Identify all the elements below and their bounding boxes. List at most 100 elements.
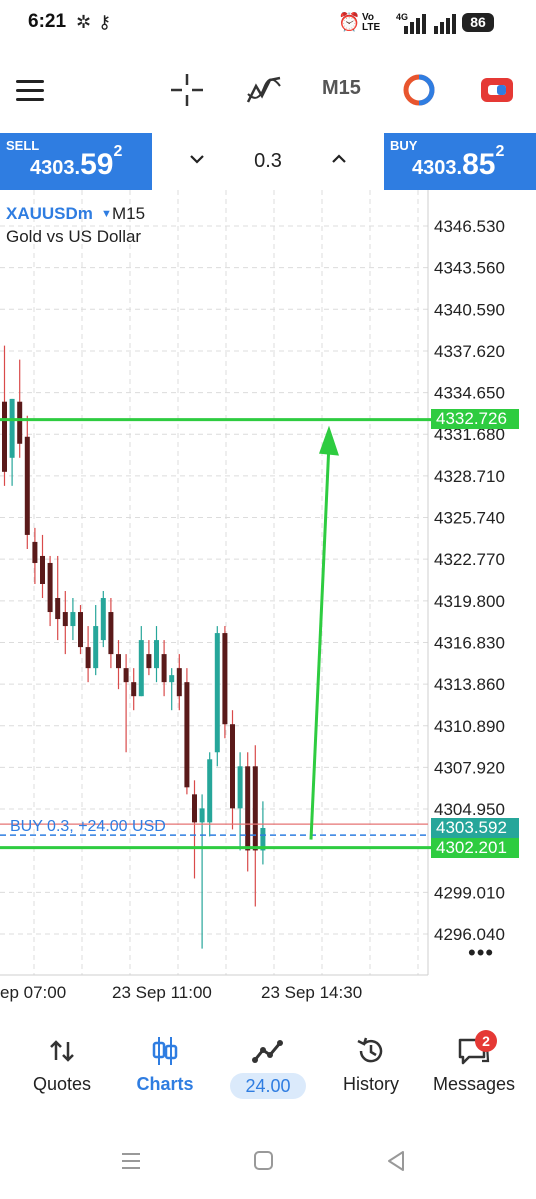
candle-body xyxy=(184,682,190,788)
candle-body xyxy=(9,398,15,458)
quotes-icon xyxy=(10,1034,114,1068)
y-axis-tick-label: 4313.860 xyxy=(434,675,505,694)
candle-body xyxy=(252,766,258,851)
candle-body xyxy=(245,766,251,851)
battery-indicator: 86 xyxy=(462,13,494,32)
candle-body xyxy=(47,562,53,613)
price-chart[interactable]: 4346.530 4343.560 4340.590 4337.620 4334.650… xyxy=(0,190,536,1030)
volume-increase-button[interactable] xyxy=(330,150,348,173)
objects-icon[interactable] xyxy=(403,74,435,106)
arrow-line xyxy=(309,443,331,840)
nav-trade[interactable] xyxy=(216,1034,320,1068)
candle-body xyxy=(40,555,45,584)
nav-history[interactable]: History xyxy=(319,1034,423,1095)
candle-body xyxy=(207,759,213,823)
signal-icon xyxy=(404,14,456,34)
candle-body xyxy=(17,401,23,444)
candle-body xyxy=(32,541,38,563)
position-label[interactable]: BUY 0.3, +24.00 USD xyxy=(10,818,166,836)
y-axis-tick-label: 4325.740 xyxy=(434,509,505,528)
y-axis-tick-label: 4343.560 xyxy=(434,259,505,278)
symbol-dropdown-icon[interactable]: ▼ xyxy=(101,208,112,220)
nav-charts[interactable]: Charts xyxy=(113,1034,217,1095)
y-axis-tick-label: 4304.950 xyxy=(434,800,505,819)
nav-label: Messages xyxy=(432,1074,516,1094)
sell-price: 4303.592 xyxy=(30,142,123,181)
candle-body xyxy=(176,668,182,697)
y-axis-tick-label: 4334.650 xyxy=(434,384,505,403)
crosshair-icon[interactable] xyxy=(171,74,203,106)
nav-label: Charts xyxy=(136,1074,194,1094)
indicators-icon[interactable] xyxy=(246,74,282,106)
status-bar: 6:21 ✲ ⚷ ⏰ Vo LTE 4G 86 xyxy=(0,0,536,48)
history-icon xyxy=(319,1034,423,1068)
candle-body xyxy=(100,598,106,641)
volume-value[interactable]: 0.3 xyxy=(248,150,288,173)
candle-body xyxy=(123,668,129,683)
entry-price-tag: 4302.201 xyxy=(431,838,519,858)
candle-body xyxy=(70,612,76,627)
candle-body xyxy=(161,654,167,683)
buy-price: 4303.852 xyxy=(412,142,505,181)
volume-decrease-button[interactable] xyxy=(188,150,206,173)
menu-button[interactable] xyxy=(16,80,44,102)
y-axis-tick-label: 4319.800 xyxy=(434,592,505,611)
candle-body xyxy=(214,633,220,753)
candle-body xyxy=(2,401,7,472)
buy-button[interactable]: BUY 4303.852 xyxy=(384,133,536,190)
candle-body xyxy=(230,724,235,809)
candle-body xyxy=(131,682,137,697)
home-icon[interactable] xyxy=(253,1150,275,1172)
candle-body xyxy=(138,640,144,697)
y-axis-tick-label: 4307.920 xyxy=(434,758,505,777)
y-axis-tick-label: 4340.590 xyxy=(434,300,505,319)
candle-body xyxy=(237,766,243,809)
trade-icon xyxy=(216,1034,320,1068)
recent-apps-icon[interactable] xyxy=(120,1150,142,1172)
candle-body xyxy=(24,436,30,535)
candle-body xyxy=(154,640,159,669)
volte-icon: Vo LTE xyxy=(362,12,381,33)
candle-body xyxy=(55,598,61,620)
candle-body xyxy=(169,675,175,683)
candle-body xyxy=(199,808,205,823)
y-axis-tick-label: 4328.710 xyxy=(434,467,505,486)
profit-pill[interactable]: 24.00 xyxy=(230,1073,306,1099)
candle-body xyxy=(146,654,152,669)
y-axis-tick-label: 4316.830 xyxy=(434,633,505,652)
candle-body xyxy=(93,626,99,669)
candle-body xyxy=(85,647,91,669)
messages-badge: 2 xyxy=(475,1030,497,1052)
nav-label: History xyxy=(342,1074,399,1094)
y-axis-tick-label: 4322.770 xyxy=(434,550,505,569)
nav-quotes[interactable]: Quotes xyxy=(10,1034,114,1095)
nav-label: Quotes xyxy=(32,1074,92,1094)
back-icon[interactable] xyxy=(385,1150,407,1172)
chart-timeframe: M15 xyxy=(112,204,146,223)
settings-icon: ✲ xyxy=(76,12,92,32)
sell-button[interactable]: SELL 4303.592 xyxy=(0,133,152,190)
nav-messages[interactable]: Messages xyxy=(422,1034,526,1095)
y-axis-tick-label: 4299.010 xyxy=(434,883,505,902)
arrow-head xyxy=(319,425,339,456)
x-axis-label: 23 Sep 11:00 xyxy=(112,983,212,1002)
candle-body xyxy=(108,612,114,655)
charts-icon xyxy=(113,1034,217,1068)
candle-body xyxy=(78,612,83,648)
timeframe-selector[interactable]: M15 xyxy=(322,77,361,100)
key-icon: ⚷ xyxy=(98,12,112,32)
x-axis-label: ep 07:00 xyxy=(0,983,67,1002)
x-axis-label: 23 Sep 14:30 xyxy=(261,983,363,1002)
candle-body xyxy=(116,654,121,669)
y-axis-tick-label: 4337.620 xyxy=(434,342,505,361)
more-options-icon[interactable]: ••• xyxy=(468,940,494,966)
y-axis-tick-label: 4310.890 xyxy=(434,717,505,736)
chart-symbol-description: Gold vs US Dollar xyxy=(6,227,142,246)
target-price-tag: 4332.726 xyxy=(431,409,519,429)
trade-icon[interactable] xyxy=(480,76,514,104)
chart-symbol[interactable]: XAUUSDm xyxy=(6,204,93,224)
alarm-icon: ⏰ xyxy=(338,12,361,32)
candle-body xyxy=(62,612,68,627)
current-price-tag: 4303.592 xyxy=(431,818,519,838)
candle-body xyxy=(222,633,228,725)
